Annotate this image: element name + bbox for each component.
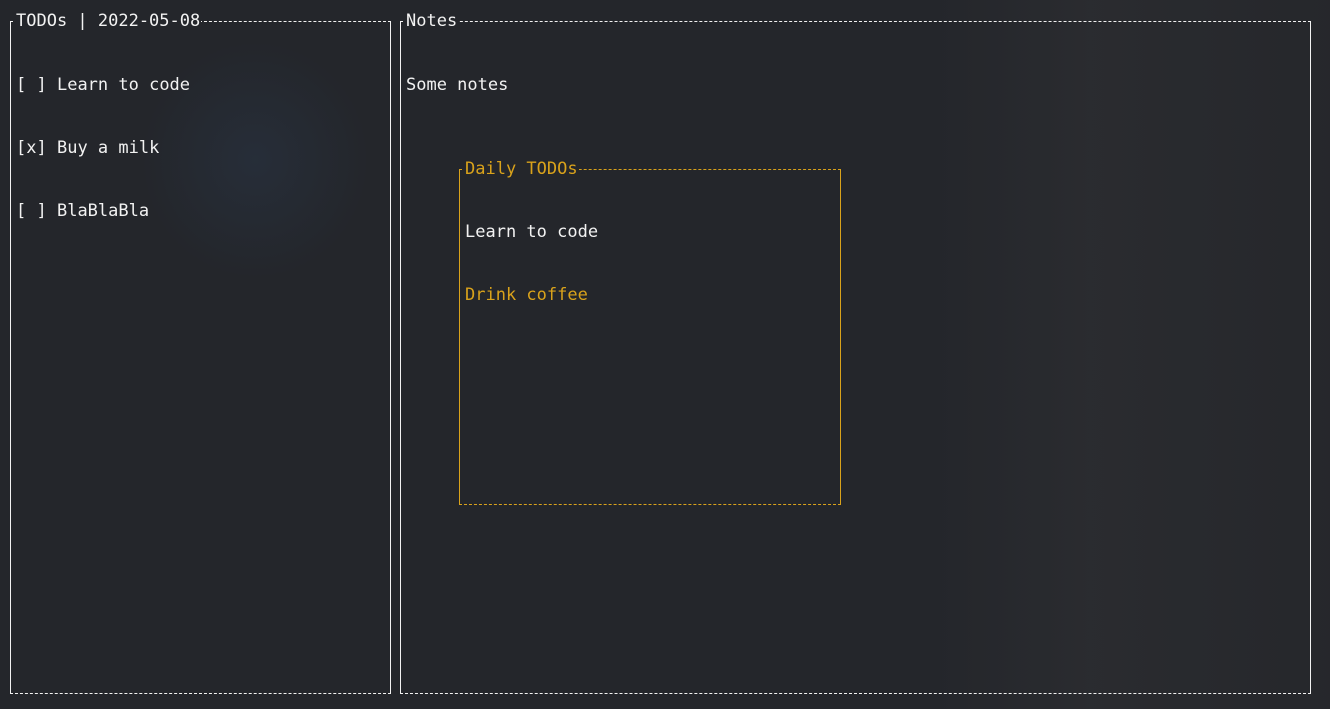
todo-label: Learn to code bbox=[56, 75, 191, 95]
todo-item[interactable]: [x] Buy a milk bbox=[16, 138, 385, 159]
todos-panel-title: TODOs | 2022-05-08 bbox=[15, 11, 202, 32]
daily-todos-popup-title: Daily TODOs bbox=[464, 159, 579, 180]
notes-text: Some notes bbox=[406, 75, 509, 95]
todo-checkbox[interactable]: [ ] bbox=[16, 201, 47, 221]
todo-checkbox[interactable]: [ ] bbox=[16, 75, 47, 95]
todo-list: [ ] Learn to code [x] Buy a milk [ ] Bla… bbox=[16, 33, 385, 264]
notes-text-area[interactable]: Some notes bbox=[406, 33, 1305, 138]
todo-item[interactable]: [ ] Learn to code bbox=[16, 75, 385, 96]
daily-todos-list: Learn to code Drink coffee bbox=[465, 180, 835, 348]
todo-checkbox[interactable]: [x] bbox=[16, 138, 47, 158]
daily-todo-item-selected[interactable]: Learn to code bbox=[465, 222, 835, 243]
todo-item[interactable]: [ ] BlaBlaBla bbox=[16, 201, 385, 222]
todos-panel: TODOs | 2022-05-08 [ ] Learn to code [x]… bbox=[10, 11, 391, 694]
notes-panel-title: Notes bbox=[405, 11, 459, 32]
daily-todos-popup: Daily TODOs Learn to code Drink coffee bbox=[459, 159, 841, 505]
todo-label: Buy a milk bbox=[56, 138, 160, 158]
daily-todo-item[interactable]: Drink coffee bbox=[465, 285, 835, 306]
todo-label: BlaBlaBla bbox=[56, 201, 150, 221]
